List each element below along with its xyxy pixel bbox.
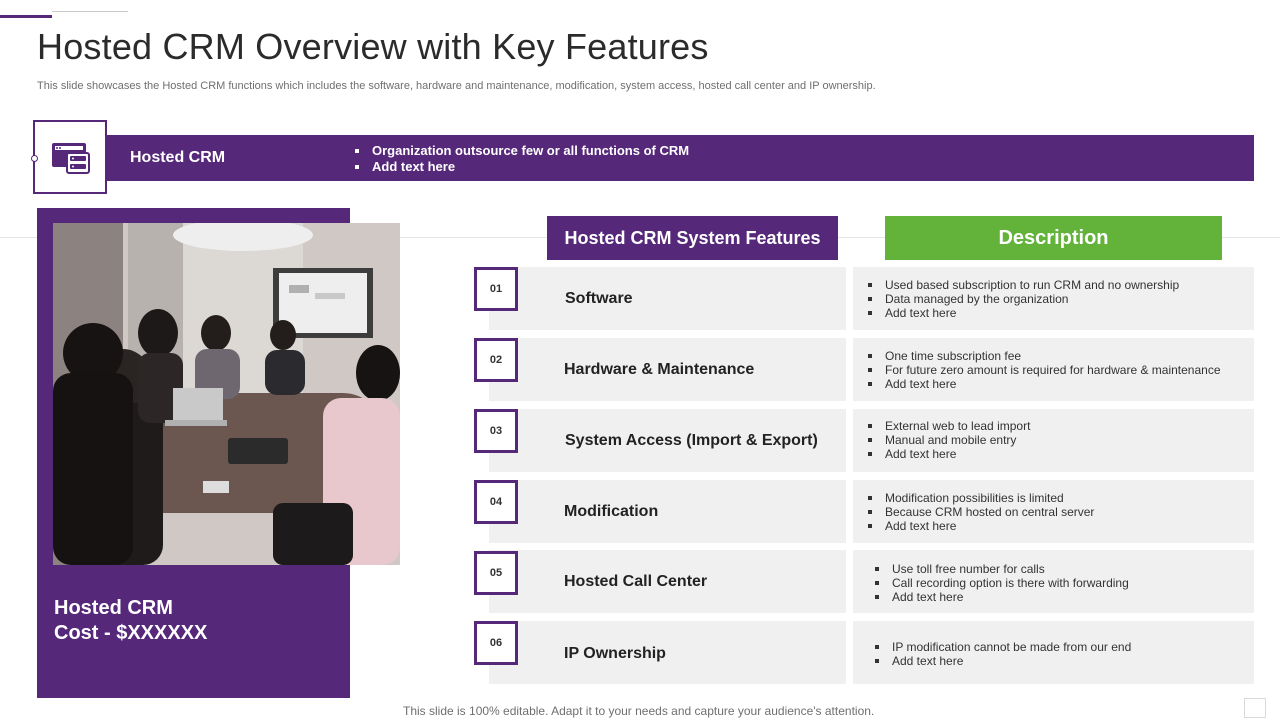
top-accent-thin-line (52, 11, 128, 12)
features-header: Hosted CRM System Features (547, 216, 838, 260)
crm-cost: Hosted CRM Cost - $XXXXXX (54, 596, 207, 646)
cost-label: Hosted CRM (54, 597, 173, 619)
feature-name: IP Ownership (564, 645, 666, 662)
description-list: Used based subscription to run CRM and n… (868, 278, 1179, 320)
banner-bullet: Organization outsource few or all functi… (355, 143, 689, 159)
description-item: Manual and mobile entry (868, 433, 1030, 447)
description-item: Modification possibilities is limited (868, 491, 1094, 505)
footer-note: This slide is 100% editable. Adapt it to… (403, 704, 875, 718)
banner-label: Hosted CRM (130, 149, 226, 166)
server-monitor-icon (52, 143, 90, 174)
row-number: 04 (474, 480, 518, 524)
description-item: Add text here (875, 590, 1129, 604)
description-item: Add text here (868, 306, 1179, 320)
description-list: Use toll free number for calls Call reco… (875, 562, 1129, 604)
row-number: 05 (474, 551, 518, 595)
description-item: Add text here (868, 519, 1094, 533)
feature-row-modification (489, 480, 846, 543)
description-header: Description (885, 216, 1222, 260)
banner-icon-box (33, 120, 107, 194)
row-number: 02 (474, 338, 518, 382)
feature-name: Hosted Call Center (564, 573, 708, 590)
description-list: External web to lead import Manual and m… (868, 419, 1030, 461)
corner-placeholder-box (1244, 698, 1266, 718)
description-item: Add text here (868, 377, 1221, 391)
banner-bullet: Add text here (355, 159, 689, 175)
description-item: Because CRM hosted on central server (868, 505, 1094, 519)
description-item: Add text here (868, 447, 1030, 461)
description-list: IP modification cannot be made from our … (875, 640, 1131, 668)
cost-value: Cost - $XXXXXX (54, 622, 208, 644)
row-number: 01 (474, 267, 518, 311)
description-item: Call recording option is there with forw… (875, 576, 1129, 590)
row-number: 03 (474, 409, 518, 453)
top-accent-line (0, 15, 52, 18)
page-title: Hosted CRM Overview with Key Features (37, 26, 709, 67)
feature-row-software (489, 267, 846, 330)
description-item: Use toll free number for calls (875, 562, 1129, 576)
description-item: Used based subscription to run CRM and n… (868, 278, 1179, 292)
description-item: External web to lead import (868, 419, 1030, 433)
row-number: 06 (474, 621, 518, 665)
feature-name: System Access (Import & Export) (565, 432, 818, 449)
page-subtitle: This slide showcases the Hosted CRM func… (37, 80, 876, 92)
description-item: IP modification cannot be made from our … (875, 640, 1131, 654)
description-item: For future zero amount is required for h… (868, 363, 1221, 377)
banner-connector-dot (31, 155, 38, 162)
feature-name: Modification (564, 503, 659, 520)
team-meeting-photo (53, 223, 400, 565)
description-item: One time subscription fee (868, 349, 1221, 363)
description-item: Add text here (875, 654, 1131, 668)
feature-row-ip-ownership (489, 621, 846, 684)
description-item: Data managed by the organization (868, 292, 1179, 306)
banner-bullets: Organization outsource few or all functi… (355, 143, 689, 175)
feature-name: Software (565, 290, 633, 307)
description-list: Modification possibilities is limited Be… (868, 491, 1094, 533)
description-list: One time subscription fee For future zer… (868, 349, 1221, 391)
feature-name: Hardware & Maintenance (564, 361, 755, 378)
